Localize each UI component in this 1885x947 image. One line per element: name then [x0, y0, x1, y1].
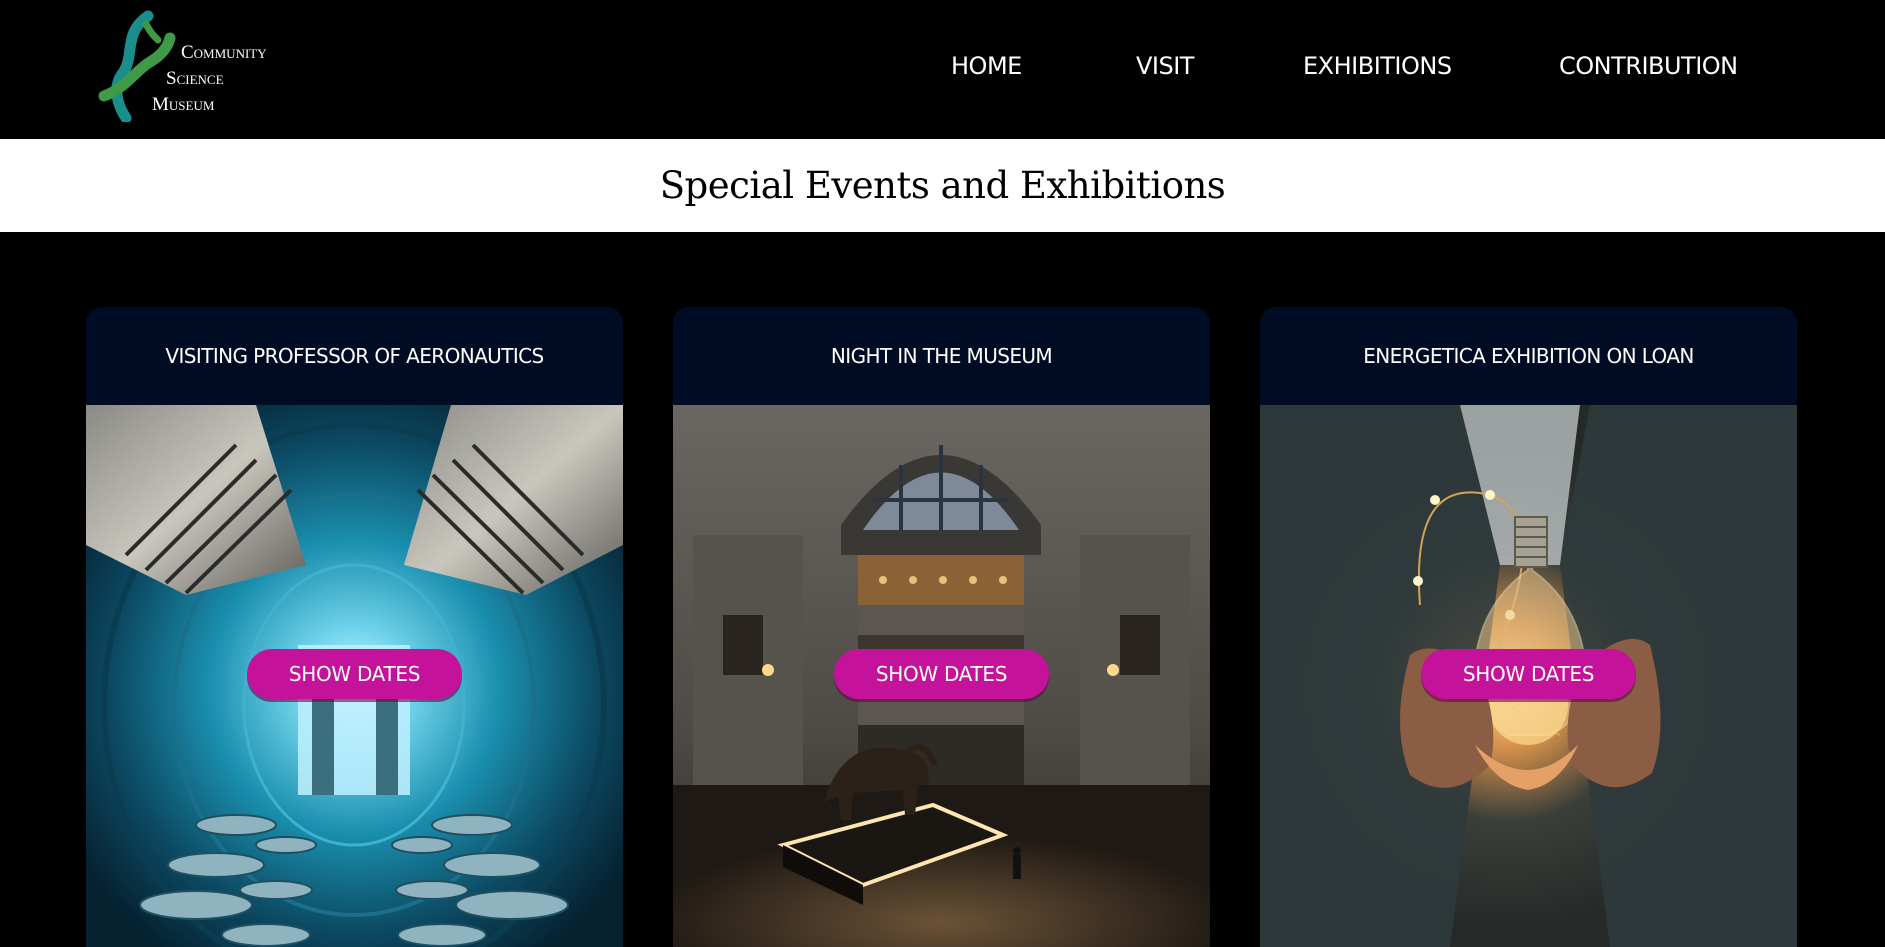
card-header: NIGHT IN THE MUSEUM: [673, 307, 1210, 405]
nav-link-home[interactable]: HOME: [951, 48, 1022, 84]
nav-link-contribution[interactable]: CONTRIBUTION: [1559, 48, 1738, 84]
card-title: VISITING PROFESSOR OF AERONAUTICS: [165, 344, 544, 368]
page-title-bar: Special Events and Exhibitions: [0, 139, 1885, 232]
site-header: Community Science Museum HOME VISIT EXHI…: [0, 0, 1885, 139]
event-card-energetica: ENERGETICA EXHIBITION ON LOAN SHOW DATES: [1260, 307, 1797, 947]
event-card-night-museum: NIGHT IN THE MUSEUM SHOW DATES: [673, 307, 1210, 947]
event-card-aeronautics: VISITING PROFESSOR OF AERONAUTICS SHOW D…: [86, 307, 623, 947]
card-title: NIGHT IN THE MUSEUM: [830, 344, 1053, 368]
nav-link-exhibitions[interactable]: EXHIBITIONS: [1303, 48, 1452, 84]
logo-text-line-2: Science: [166, 68, 224, 89]
site-logo[interactable]: Community Science Museum: [92, 10, 292, 122]
card-header: ENERGETICA EXHIBITION ON LOAN: [1260, 307, 1797, 405]
show-dates-button[interactable]: SHOW DATES: [834, 649, 1049, 699]
nav-link-visit[interactable]: VISIT: [1136, 48, 1194, 84]
show-dates-button[interactable]: SHOW DATES: [247, 649, 462, 699]
card-title: ENERGETICA EXHIBITION ON LOAN: [1363, 344, 1694, 368]
page-title: Special Events and Exhibitions: [659, 164, 1226, 207]
logo-text-line-1: Community: [181, 42, 267, 63]
card-header: VISITING PROFESSOR OF AERONAUTICS: [86, 307, 623, 405]
logo-text-line-3: Museum: [152, 94, 215, 115]
show-dates-button[interactable]: SHOW DATES: [1421, 649, 1636, 699]
